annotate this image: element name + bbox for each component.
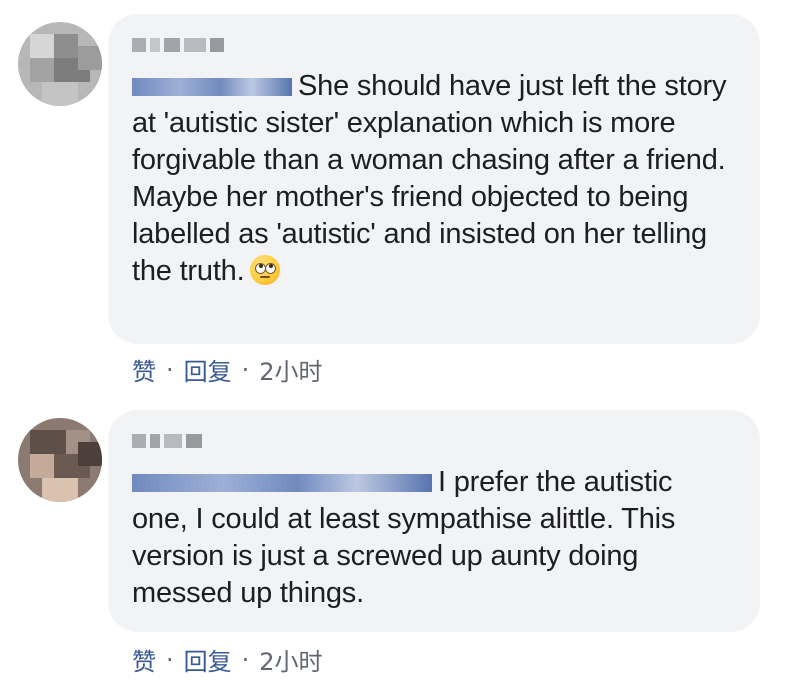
separator: · [166,645,174,674]
like-link[interactable]: 赞 [132,642,156,677]
avatar[interactable] [18,418,102,502]
reply-link[interactable]: 回复 [184,642,232,677]
comment-actions: 赞 · 回复 · 2小时 [132,352,323,387]
separator: · [241,355,250,384]
comment-text: I prefer the autistic one, I could at le… [132,466,676,609]
separator: · [166,355,174,384]
comment-bubble: I prefer the autistic one, I could at le… [108,410,760,632]
eye-roll-emoji-icon [250,255,281,285]
reply-link[interactable]: 回复 [184,352,232,387]
commenter-name[interactable] [132,430,202,452]
tagged-user[interactable] [132,474,432,492]
comment-bubble: She should have just left the story at '… [108,14,760,344]
tagged-user[interactable] [132,78,292,96]
comment-actions: 赞 · 回复 · 2小时 [132,642,323,677]
timestamp[interactable]: 2小时 [259,642,322,677]
commenter-name[interactable] [132,34,224,56]
like-link[interactable]: 赞 [132,352,156,387]
comment-text: She should have just left the story at '… [132,70,727,287]
separator: · [241,645,250,674]
avatar[interactable] [18,22,102,106]
timestamp[interactable]: 2小时 [259,352,322,387]
